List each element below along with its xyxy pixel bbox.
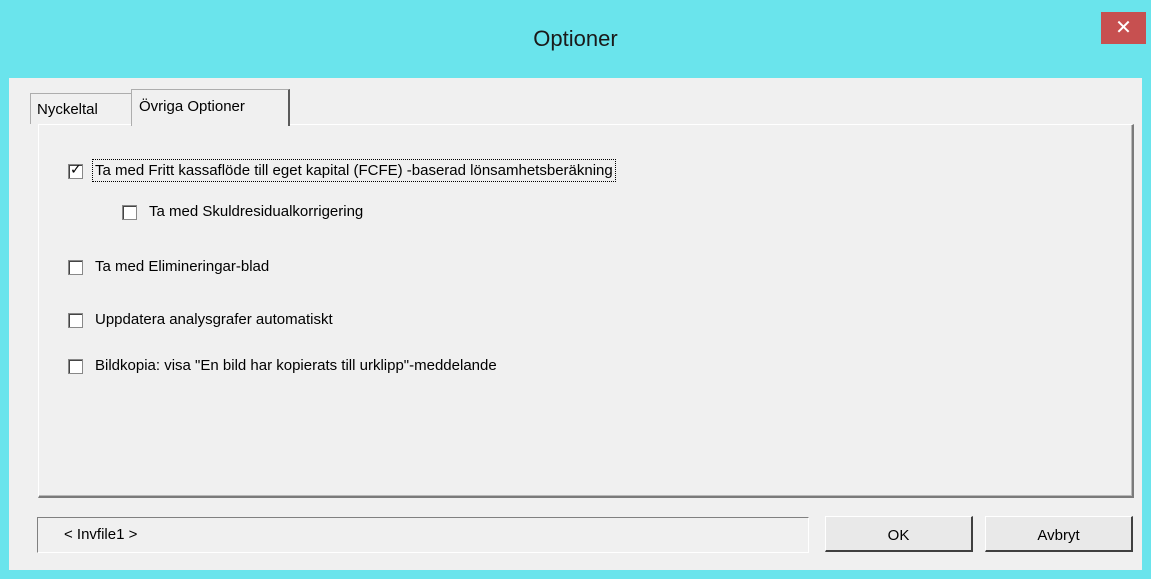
tab-label: Övriga Optioner — [139, 98, 245, 115]
ok-button[interactable]: OK — [825, 516, 973, 552]
close-button[interactable]: ✕ — [1101, 12, 1146, 44]
status-text: < Invfile1 > — [64, 526, 138, 543]
checkbox-box[interactable] — [68, 359, 83, 374]
analysgrafer-checkbox[interactable]: Uppdatera analysgrafer automatiskt — [68, 311, 408, 331]
cancel-button[interactable]: Avbryt — [985, 516, 1133, 552]
checkbox-box[interactable] — [68, 260, 83, 275]
checkbox-box[interactable] — [122, 205, 137, 220]
tab-nyckeltal[interactable]: Nyckeltal — [30, 93, 132, 124]
tab-label: Nyckeltal — [37, 101, 98, 118]
checkbox-label: Ta med Elimineringar-blad — [95, 258, 270, 275]
checkbox-box[interactable] — [68, 313, 83, 328]
elimineringar-checkbox[interactable]: Ta med Elimineringar-blad — [68, 258, 368, 278]
tab-join — [132, 122, 287, 126]
status-field: < Invfile1 > — [37, 517, 809, 553]
checkbox-label: Ta med Skuldresidualkorrigering — [149, 203, 364, 220]
checkbox-label: Uppdatera analysgrafer automatiskt — [95, 311, 333, 328]
skuldresidual-checkbox[interactable]: Ta med Skuldresidualkorrigering — [122, 203, 422, 223]
checkbox-box[interactable]: ✓ — [68, 162, 83, 179]
checkbox-label: Ta med Fritt kassaflöde till eget kapita… — [92, 159, 616, 182]
tab-ovriga-optioner[interactable]: Övriga Optioner — [131, 89, 290, 126]
bildkopia-checkbox[interactable]: Bildkopia: visa "En bild har kopierats t… — [68, 357, 588, 377]
close-icon: ✕ — [1115, 15, 1132, 39]
checkbox-label: Bildkopia: visa "En bild har kopierats t… — [95, 357, 497, 374]
window-title: Optioner — [533, 26, 618, 51]
checkmark-icon: ✓ — [70, 162, 82, 178]
fcfe-checkbox[interactable]: ✓ Ta med Fritt kassaflöde till eget kapi… — [68, 159, 728, 182]
